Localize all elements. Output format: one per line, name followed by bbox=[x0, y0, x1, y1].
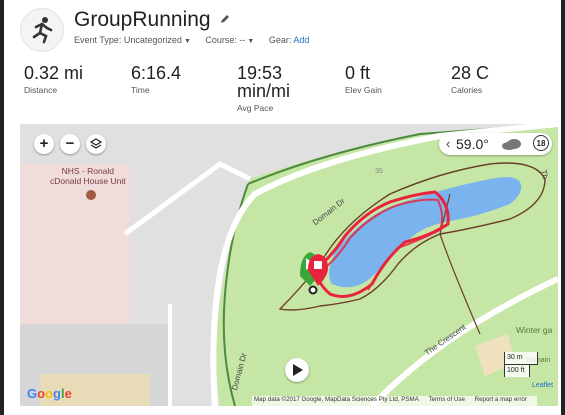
wind-speed-icon: 18 bbox=[533, 135, 549, 151]
map-scale: 30 m 100 ft bbox=[504, 352, 540, 380]
current-position-dot bbox=[308, 285, 318, 295]
stat-value: 0.32 mi bbox=[24, 63, 84, 83]
hospital-area bbox=[20, 164, 130, 324]
stat-label: Elev Gain bbox=[345, 85, 382, 95]
edit-pencil-icon[interactable] bbox=[220, 14, 230, 24]
running-person-icon bbox=[32, 17, 53, 44]
stat-label: Calories bbox=[451, 85, 483, 95]
google-logo: Google bbox=[27, 386, 72, 401]
poi-label-nhs: NHS - Ronald cDonald House Unit bbox=[50, 166, 126, 186]
poi-label-line: cDonald House Unit bbox=[50, 176, 126, 186]
stat-distance: 0.32 mi Distance bbox=[24, 64, 83, 95]
stat-value: 0 ft bbox=[345, 63, 371, 83]
stat-label: Avg Pace bbox=[237, 103, 274, 113]
play-route-button[interactable] bbox=[285, 358, 309, 382]
hospital-poi-icon[interactable] bbox=[86, 190, 96, 200]
poi-label-line: NHS - Ronald bbox=[61, 166, 115, 176]
event-type-label: Event Type: bbox=[74, 35, 122, 45]
gear-label: Gear: bbox=[268, 35, 292, 45]
gear-add-link[interactable]: Add bbox=[293, 35, 309, 45]
activity-meta-row: Event Type: Uncategorized ▼ Course: -- ▼ G… bbox=[74, 35, 321, 45]
activity-map[interactable]: + − ‹ 59.0° 18 NHS - Ronald cDonald Hous… bbox=[20, 124, 558, 406]
map-number-label: 35 bbox=[375, 168, 383, 175]
layers-icon bbox=[89, 138, 103, 149]
report-map-error-link[interactable]: Report a map error bbox=[475, 396, 527, 403]
play-icon bbox=[293, 364, 303, 376]
stat-value: 28 C bbox=[451, 63, 490, 83]
map-attribution: Map data ©2017 Google, MapData Sciences … bbox=[252, 396, 537, 406]
activity-stats: 0.32 mi Distance 6:16.4 Time 19:53 min/m… bbox=[20, 64, 550, 113]
caret-down-icon: ▼ bbox=[183, 38, 191, 45]
attribution-data: Map data ©2017 Google, MapData Sciences … bbox=[254, 396, 419, 403]
stat-avg-pace: 19:53 min/mi Avg Pace bbox=[237, 64, 290, 113]
stat-time: 6:16.4 Time bbox=[131, 64, 181, 95]
stat-value-unit: min/mi bbox=[237, 81, 290, 101]
cloud-icon bbox=[502, 139, 521, 150]
course-selector[interactable]: Course: -- ▼ bbox=[205, 35, 254, 45]
gear-field: Gear: Add bbox=[269, 35, 310, 45]
zoom-in-button[interactable]: + bbox=[34, 134, 54, 154]
weather-temperature: 59.0° bbox=[456, 136, 489, 152]
course-value: -- bbox=[239, 35, 246, 45]
window-left-border bbox=[0, 0, 4, 415]
activity-title: GroupRunning bbox=[74, 8, 211, 31]
event-type-value: Uncategorized bbox=[123, 35, 182, 45]
activity-header: GroupRunning Event Type: Uncategorized ▼ … bbox=[20, 6, 550, 56]
chevron-left-icon[interactable]: ‹ bbox=[446, 136, 450, 151]
stat-label: Distance bbox=[24, 85, 58, 95]
zoom-out-button[interactable]: − bbox=[60, 134, 80, 154]
layers-button[interactable] bbox=[86, 134, 106, 154]
window-right-border bbox=[561, 0, 565, 415]
caret-down-icon: ▼ bbox=[247, 38, 255, 45]
stat-value: 19:53 bbox=[237, 63, 283, 83]
activity-type-avatar bbox=[20, 8, 64, 52]
course-label: Course: bbox=[205, 35, 237, 45]
scale-feet: 100 ft bbox=[504, 364, 530, 377]
leaflet-link[interactable]: Leaflet bbox=[532, 382, 553, 389]
stat-elev-gain: 0 ft Elev Gain bbox=[345, 64, 382, 95]
park-label-winter-garden: Winter ga bbox=[516, 325, 553, 335]
stat-calories: 28 C Calories bbox=[451, 64, 489, 95]
stat-label: Time bbox=[131, 85, 150, 95]
weather-widget[interactable]: ‹ 59.0° 18 bbox=[439, 133, 552, 155]
stat-value: 6:16.4 bbox=[131, 63, 182, 83]
terms-of-use-link[interactable]: Terms of Use bbox=[428, 396, 464, 403]
event-type-selector[interactable]: Event Type: Uncategorized ▼ bbox=[74, 35, 191, 45]
road-label-edge: Th bbox=[539, 169, 550, 180]
